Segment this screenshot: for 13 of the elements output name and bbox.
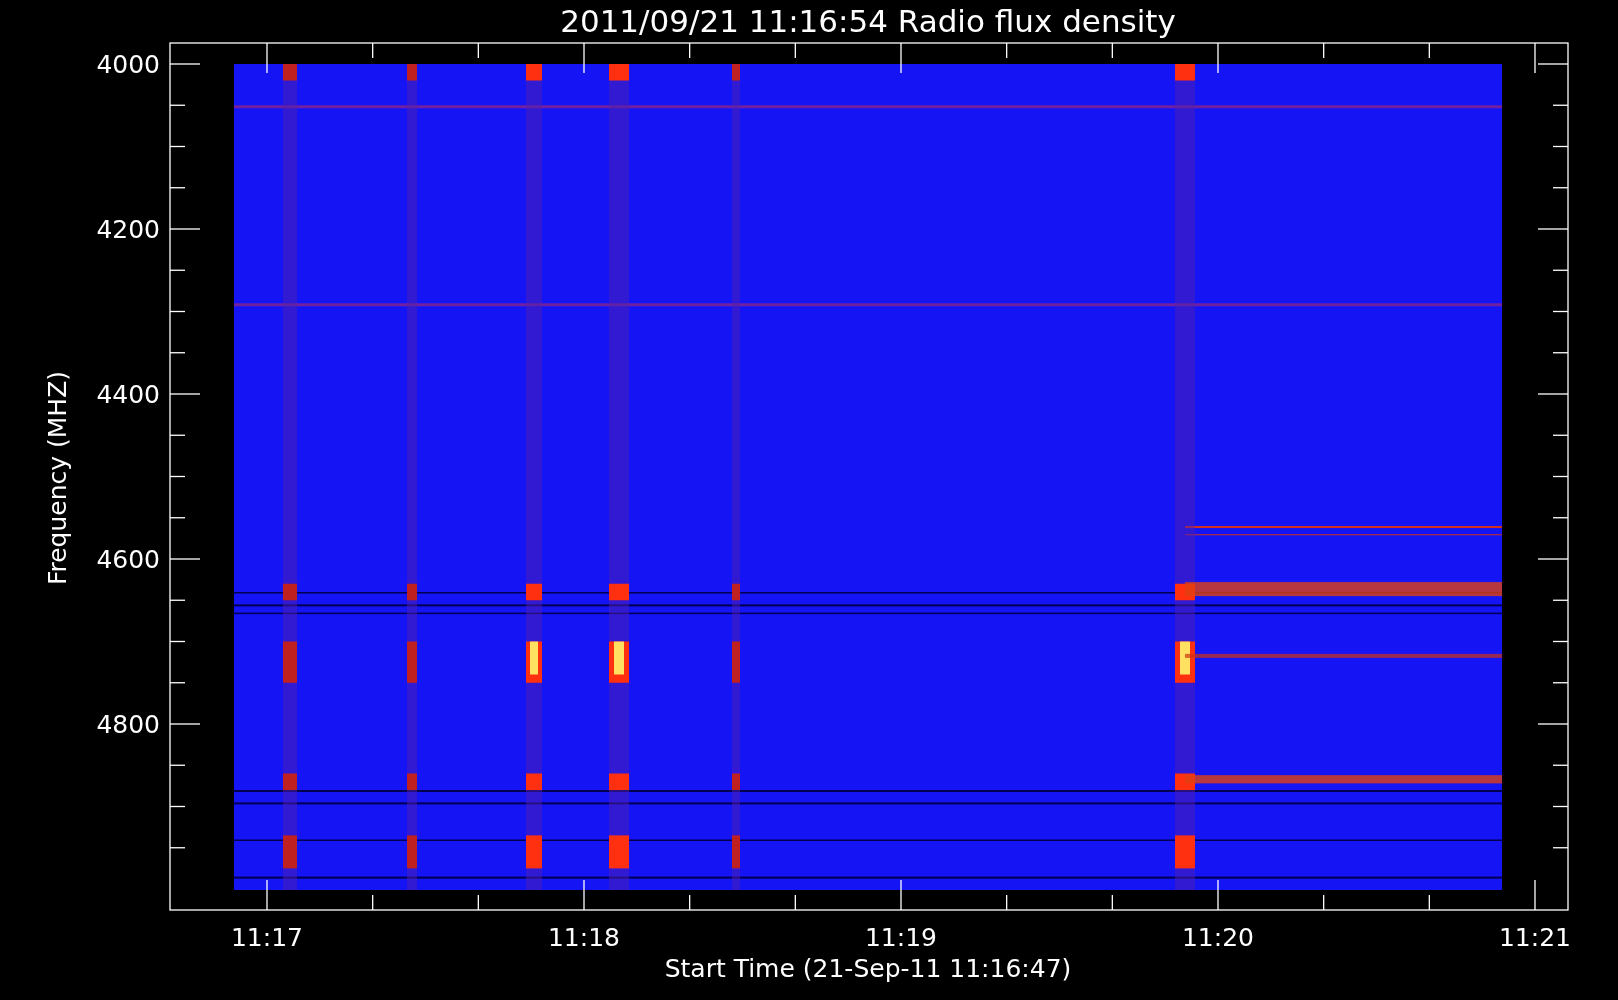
tick-label: 11:18	[548, 923, 620, 952]
tick-label: 4600	[96, 545, 160, 574]
tick-label: 4800	[96, 710, 160, 739]
tick-label: 4000	[96, 50, 160, 79]
tick-label: 11:21	[1499, 923, 1571, 952]
tick-label: 11:20	[1182, 923, 1254, 952]
chart-title: 2011/09/21 11:16:54 Radio flux density	[560, 3, 1176, 39]
axis-label: Start Time (21-Sep-11 11:16:47)	[664, 954, 1072, 983]
axis-label: Frequency (MHZ)	[43, 370, 72, 586]
tick-label: 4200	[96, 215, 160, 244]
tick-label: 11:19	[865, 923, 937, 952]
tick-label: 4400	[96, 380, 160, 409]
tick-label: 11:17	[231, 923, 303, 952]
